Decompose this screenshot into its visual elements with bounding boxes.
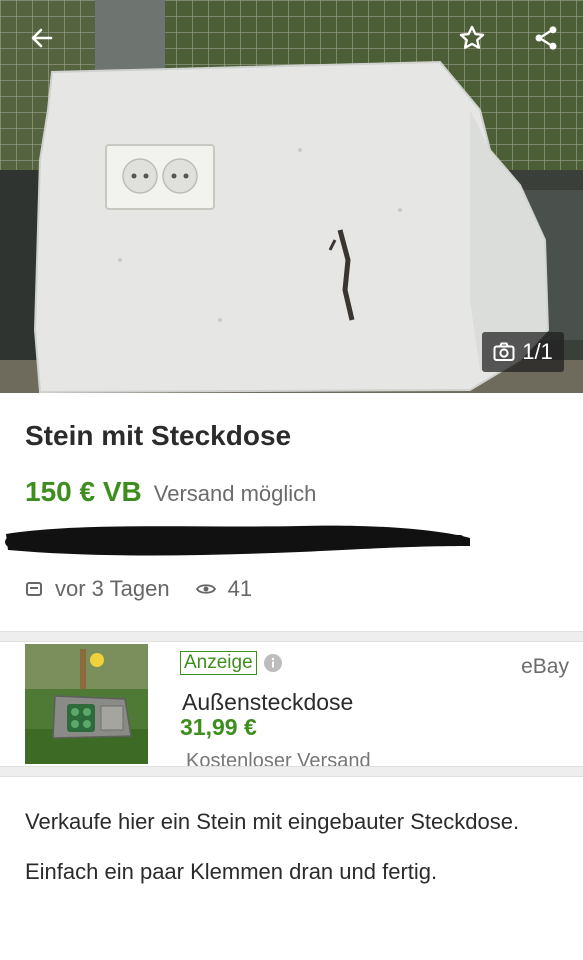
listing-meta: vor 3 Tagen 41 bbox=[25, 576, 252, 602]
listing-description: Verkaufe hier ein Stein mit eingebauter … bbox=[25, 804, 565, 904]
camera-icon bbox=[493, 342, 515, 361]
eye-icon bbox=[195, 582, 216, 596]
sponsored-ad[interactable]: Anzeige eBay Außensteckdose 31,99 € Kost… bbox=[0, 641, 583, 767]
view-count: 41 bbox=[227, 576, 253, 601]
favorite-button[interactable] bbox=[452, 18, 492, 58]
listing-title: Stein mit Steckdose bbox=[25, 420, 292, 451]
ad-shipping: Kostenloser Versand bbox=[186, 750, 371, 767]
shipping-info: Versand möglich bbox=[153, 481, 317, 506]
description-paragraph: Verkaufe hier ein Stein mit eingebauter … bbox=[25, 809, 520, 834]
ad-thumbnail[interactable] bbox=[25, 644, 148, 764]
share-icon bbox=[535, 26, 557, 50]
posted-date: vor 3 Tagen bbox=[55, 576, 170, 601]
ad-title[interactable]: Außensteckdose bbox=[182, 689, 353, 716]
ad-label: Anzeige bbox=[180, 651, 257, 675]
price-row: 150 € VB Versand möglich bbox=[25, 476, 316, 508]
image-counter[interactable]: 1/1 bbox=[482, 332, 564, 372]
image-counter-text: 1/1 bbox=[522, 339, 553, 364]
arrow-left-icon bbox=[31, 28, 53, 48]
listing-photo[interactable]: 1/1 bbox=[0, 0, 583, 393]
calendar-icon bbox=[25, 580, 43, 598]
section-divider bbox=[0, 766, 583, 777]
redaction-scribble bbox=[5, 525, 470, 556]
ad-price: 31,99 € bbox=[180, 714, 257, 740]
listing-price: 150 € VB bbox=[25, 476, 142, 507]
ad-source: eBay bbox=[521, 655, 569, 678]
description-paragraph: Einfach ein paar Klemmen dran und fertig… bbox=[25, 859, 438, 884]
back-button[interactable] bbox=[22, 18, 62, 58]
info-icon[interactable] bbox=[263, 653, 283, 673]
share-button[interactable] bbox=[526, 18, 566, 58]
ad-badge: Anzeige bbox=[180, 651, 283, 675]
star-icon bbox=[459, 25, 485, 49]
